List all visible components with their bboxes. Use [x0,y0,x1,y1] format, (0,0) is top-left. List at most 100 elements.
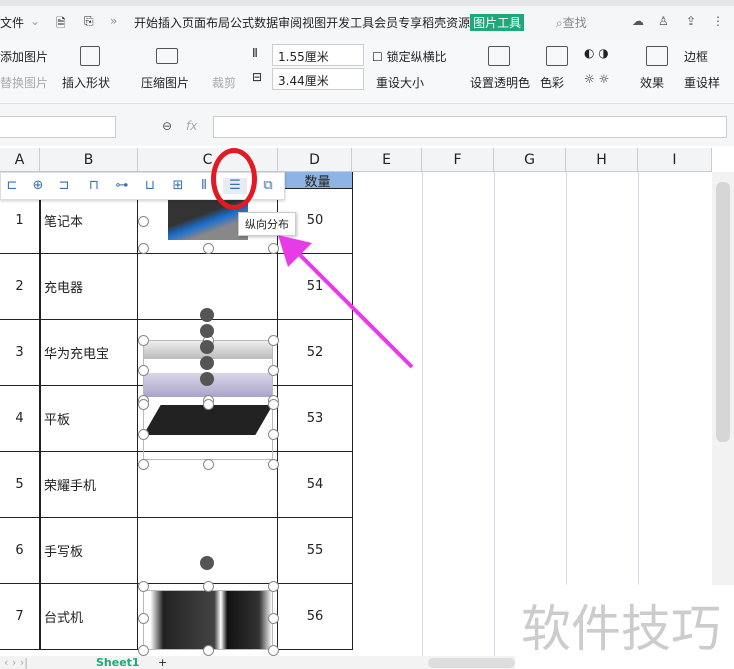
resize-handle[interactable] [203,459,214,470]
cloud-icon[interactable]: ☁ [632,14,644,28]
row-number[interactable]: 2 [0,254,40,320]
resize-handle[interactable] [138,399,149,410]
name-cell[interactable]: 华为充电宝 [40,320,138,386]
color-button[interactable]: 色彩 [540,74,564,91]
quantity-cell[interactable]: 54 [278,452,353,518]
contrast-up-icon[interactable]: ◐ ◑ [584,46,609,60]
resize-handle[interactable] [268,459,279,470]
row-number[interactable]: 6 [0,518,40,584]
set-transparent-button[interactable]: 设置透明色 [470,74,530,91]
col-header-A[interactable]: A [0,148,40,172]
row-number[interactable]: 4 [0,386,40,452]
fx-label[interactable]: fx [186,119,197,133]
add-sheet-icon[interactable]: + [158,656,167,669]
horizontal-scrollbar[interactable] [428,658,515,668]
reset-picture-button[interactable]: 重设样 [684,74,720,91]
rotate-handle-icon[interactable] [200,340,214,354]
col-header-B[interactable]: B [40,148,138,172]
tab-data[interactable]: 数据 [254,14,278,31]
resize-handle[interactable] [138,613,149,624]
align-bottom-icon[interactable]: ⊔ [141,178,159,194]
export-icon[interactable]: ⎘ [84,14,94,29]
resize-handle[interactable] [268,429,279,440]
resize-handle[interactable] [138,581,149,592]
tab-review[interactable]: 审阅 [278,14,302,31]
col-header-H[interactable]: H [566,148,638,172]
resize-handle[interactable] [138,335,149,346]
effects-button[interactable]: 效果 [640,74,664,91]
user-icon[interactable]: ♙ [658,14,669,28]
resize-handle[interactable] [203,645,214,656]
compress-picture-button[interactable]: 压缩图片 [141,74,189,91]
col-header-F[interactable]: F [422,148,494,172]
resize-handle[interactable] [138,365,149,376]
width-input[interactable]: 3.44厘米 [272,68,364,90]
tab-view[interactable]: 视图 [302,14,326,31]
row-number[interactable]: 3 [0,320,40,386]
insert-shape-button[interactable]: 插入形状 [62,74,110,91]
resize-handle[interactable] [138,645,149,656]
replace-picture-button[interactable]: 替换图片 [0,74,48,91]
col-header-C[interactable]: C [138,148,278,172]
tab-picture-tools[interactable]: 图片工具 [470,14,525,31]
scroll-thumb[interactable] [716,182,730,442]
sheet-nav-icons[interactable]: ‹ › ›| [4,656,28,669]
rotate-handle-icon[interactable] [200,324,214,338]
brightness-icon[interactable]: ☼ ☼ [584,72,609,86]
file-menu[interactable]: 文件 [0,14,24,31]
col-header-D[interactable]: D [278,148,352,172]
tab-formula[interactable]: 公式 [230,14,254,31]
resize-handle[interactable] [203,243,214,254]
picture-cell[interactable] [138,518,278,584]
quantity-cell[interactable]: 56 [278,584,353,650]
add-picture-button[interactable]: 添加图片 [0,48,48,65]
more-options-icon[interactable]: ⋮ [712,14,724,28]
resize-handle[interactable] [138,215,149,227]
header-cell-quantity[interactable]: 数量 [283,172,353,190]
resize-handle[interactable] [203,581,214,592]
col-header-E[interactable]: E [352,148,422,172]
name-cell[interactable]: 荣耀手机 [40,452,138,518]
height-input[interactable]: 1.55厘米 [272,44,364,66]
tab-developer[interactable]: 开发工具 [326,14,374,31]
align-left-icon[interactable]: ⊏ [3,178,21,194]
share-icon[interactable]: ⇪ [686,14,696,28]
name-cell[interactable]: 平板 [40,386,138,452]
tab-home[interactable]: 开始 [134,14,158,31]
tab-insert[interactable]: 插入 [158,14,182,31]
resize-handle[interactable] [138,243,149,254]
quantity-cell[interactable]: 55 [278,518,353,584]
resize-handle[interactable] [138,429,149,440]
save-icon[interactable]: 🗎 [56,14,66,35]
resize-handle[interactable] [268,613,279,624]
name-cell[interactable]: 手写板 [40,518,138,584]
more-icon[interactable]: » [110,14,117,28]
align-top-icon[interactable]: ⊓ [85,178,103,194]
resize-handle[interactable] [268,581,279,592]
rotate-handle-icon[interactable] [200,356,214,370]
rotate-handle-icon[interactable] [200,556,214,570]
crop-button[interactable]: 裁剪 [212,74,236,91]
sheet-tab-sheet1[interactable]: Sheet1 [96,656,140,669]
rotate-handle-icon[interactable] [200,308,214,322]
border-button[interactable]: 边框 [684,48,708,65]
align-middle-icon[interactable]: ⊶ [113,178,131,194]
vertical-scrollbar[interactable] [712,172,734,656]
rotate-handle-icon[interactable] [200,372,214,386]
zoom-icon[interactable]: ⊖ [162,119,172,133]
quantity-cell[interactable]: 53 [278,386,353,452]
resize-handle[interactable] [268,645,279,656]
resize-handle[interactable] [138,459,149,470]
search-button[interactable]: ⌕查找 [556,14,587,31]
name-cell[interactable]: 充电器 [40,254,138,320]
reset-size-button[interactable]: 重设大小 [376,74,424,91]
name-cell[interactable]: 台式机 [40,584,138,650]
tab-docer[interactable]: 稻壳资源 [422,14,470,31]
col-header-G[interactable]: G [494,148,566,172]
resize-handle[interactable] [268,399,279,410]
lock-ratio-checkbox[interactable]: ☐ 锁定纵横比 [372,48,447,65]
row-number[interactable]: 5 [0,452,40,518]
desktop-picture[interactable] [143,590,273,650]
formula-input[interactable] [213,116,727,138]
align-right-icon[interactable]: ⊐ [55,178,73,194]
